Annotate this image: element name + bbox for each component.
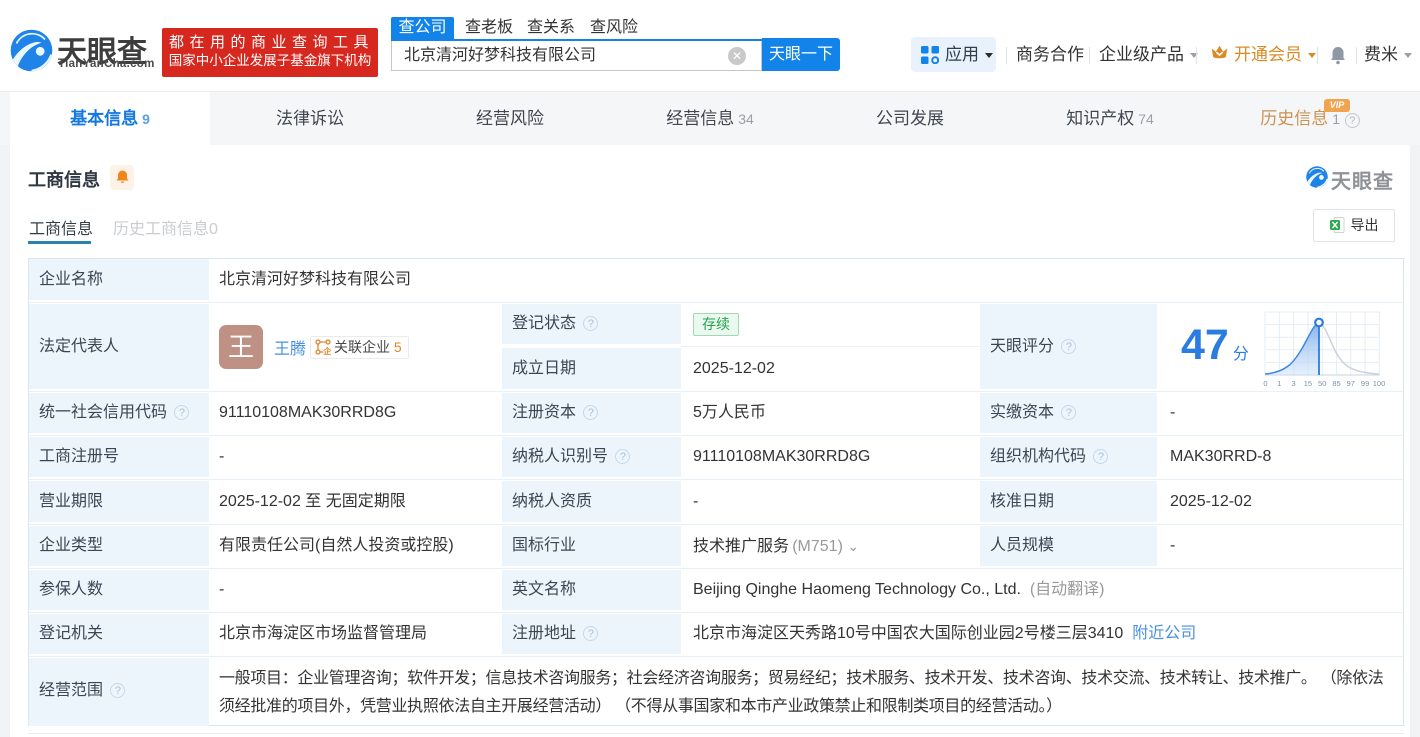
svg-text:3: 3 [1292, 379, 1296, 388]
svg-text:1: 1 [1277, 379, 1281, 388]
svg-text:0: 0 [1263, 379, 1267, 388]
svg-text:50: 50 [1318, 379, 1326, 388]
svg-text:15: 15 [1304, 379, 1312, 388]
svg-text:97: 97 [1347, 379, 1355, 388]
svg-text:企: 企 [322, 346, 331, 355]
svg-text:99: 99 [1361, 379, 1369, 388]
svg-text:100: 100 [1373, 379, 1386, 388]
svg-text:85: 85 [1332, 379, 1340, 388]
